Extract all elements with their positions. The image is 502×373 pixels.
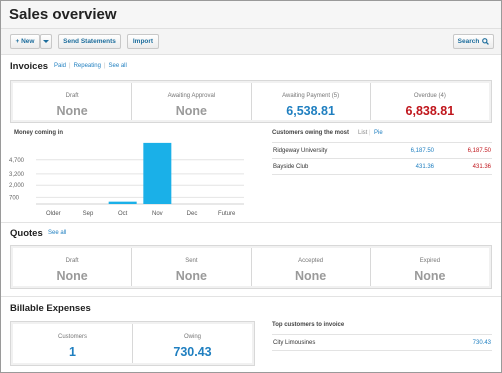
- table-row[interactable]: Ridgeway University 6,187.50 6,187.50: [272, 142, 492, 159]
- invoices-heading: Invoices: [10, 61, 49, 72]
- top-customers-heading: Top customers to invoice: [272, 322, 345, 328]
- search-button[interactable]: Search: [453, 34, 494, 49]
- separator: |: [69, 63, 71, 69]
- customer-name: City Limousines: [273, 340, 316, 346]
- x-tick-label: Dec: [187, 211, 198, 217]
- toolbar: + New Send Statements Import Search: [1, 29, 501, 55]
- customer-amount: 730.43: [472, 340, 491, 346]
- customer-overdue: 6,187.50: [467, 148, 491, 154]
- search-icon: [482, 38, 490, 45]
- divider: [1, 222, 501, 223]
- billable-customers-card[interactable]: Customers 1: [13, 324, 133, 363]
- customer-owing: 431.36: [415, 164, 434, 170]
- card-value: None: [56, 104, 88, 118]
- send-statements-button[interactable]: Send Statements: [58, 34, 121, 49]
- import-button[interactable]: Import: [127, 34, 159, 49]
- billable-owing-card[interactable]: Owing 730.43: [133, 324, 252, 363]
- new-dropdown-button[interactable]: [40, 34, 52, 49]
- title-bar: Sales overview: [1, 1, 501, 29]
- x-tick-label: Nov: [152, 211, 163, 217]
- invoices-see-all-link[interactable]: See all: [109, 63, 127, 69]
- card-value: None: [414, 269, 446, 283]
- y-tick-label: 4,700: [9, 158, 25, 164]
- table-row[interactable]: Bayside Club 431.36 431.36: [272, 158, 492, 175]
- card-label: Accepted: [298, 258, 324, 264]
- y-tick-label: 3,200: [9, 172, 25, 178]
- card-label: Draft: [65, 93, 79, 99]
- card-label: Sent: [185, 258, 198, 264]
- card-value: 6,838.81: [405, 104, 455, 118]
- chevron-down-icon: [43, 40, 49, 43]
- invoice-draft-card[interactable]: Draft None: [13, 83, 133, 120]
- invoices-links: Paid | Repeating | See all: [54, 63, 127, 69]
- card-value: 6,538.81: [286, 104, 335, 118]
- quotes-see-all-link[interactable]: See all: [48, 230, 66, 236]
- pie-view-link[interactable]: Pie: [374, 130, 383, 136]
- customers-owing-heading: Customers owing the most: [272, 130, 350, 136]
- y-tick-label: 2,000: [9, 183, 25, 189]
- quote-expired-card[interactable]: Expired None: [370, 248, 489, 286]
- money-coming-in-heading: Money coming in: [14, 130, 64, 136]
- card-label: Owing: [183, 334, 201, 340]
- card-label: Expired: [419, 258, 441, 264]
- card-label: Awaiting Approval: [167, 93, 216, 99]
- x-tick-label: Oct: [118, 211, 128, 217]
- page-title: Sales overview: [9, 6, 117, 23]
- quote-sent-card[interactable]: Sent None: [132, 248, 252, 286]
- card-value: None: [295, 269, 327, 283]
- card-label: Overdue (4): [413, 93, 446, 99]
- list-view-link[interactable]: List: [358, 130, 367, 136]
- invoice-overdue-card[interactable]: Overdue (4) 6,838.81: [370, 83, 489, 120]
- table-row[interactable]: City Limousines 730.43: [272, 334, 492, 351]
- separator: |: [369, 130, 371, 136]
- x-tick-label: Future: [218, 211, 236, 217]
- window: Sales overview + New Send Statements Imp…: [0, 0, 502, 373]
- card-label: Customers: [57, 334, 87, 340]
- x-tick-label: Sep: [83, 211, 94, 217]
- card-label: Awaiting Payment (5): [282, 93, 340, 99]
- invoices-repeating-link[interactable]: Repeating: [74, 63, 101, 69]
- divider: [1, 296, 501, 297]
- y-tick-label: 700: [9, 195, 20, 201]
- card-value: 1: [69, 345, 76, 359]
- money-coming-in-chart: 4,700 3,200 2,000 700 Older Sep Oct Nov Dec Futur…: [9, 142, 244, 217]
- billable-cards: Customers 1 Owing 730.43: [10, 321, 255, 366]
- customer-name: Ridgeway University: [273, 148, 328, 154]
- invoice-cards: Draft None Awaiting Approval None Awaiti…: [10, 80, 492, 123]
- separator: |: [103, 63, 106, 69]
- invoice-awaiting-payment-card[interactable]: Awaiting Payment (5) 6,538.81: [251, 83, 371, 120]
- new-button[interactable]: + New: [10, 34, 40, 49]
- x-tick-label: Older: [46, 211, 61, 217]
- customer-name: Bayside Club: [273, 164, 309, 170]
- billable-expenses-heading: Billable Expenses: [10, 303, 91, 314]
- quotes-heading: Quotes: [10, 228, 43, 239]
- customer-overdue: 431.36: [472, 164, 491, 170]
- bar-oct: [108, 201, 137, 204]
- customer-owing: 6,187.50: [410, 148, 434, 154]
- card-label: Draft: [65, 258, 79, 264]
- invoices-paid-link[interactable]: Paid: [54, 63, 66, 69]
- quote-accepted-card[interactable]: Accepted None: [251, 248, 371, 286]
- card-value: 730.43: [173, 345, 212, 359]
- quote-cards: Draft None Sent None Accepted None Expir…: [10, 245, 492, 289]
- bar-nov: [143, 142, 172, 204]
- card-value: None: [175, 269, 207, 283]
- card-value: None: [56, 269, 88, 283]
- search-label: Search: [457, 38, 480, 45]
- card-value: None: [175, 104, 207, 118]
- invoice-awaiting-approval-card[interactable]: Awaiting Approval None: [132, 83, 252, 120]
- quotes-links: See all: [48, 230, 66, 236]
- quote-draft-card[interactable]: Draft None: [13, 248, 133, 286]
